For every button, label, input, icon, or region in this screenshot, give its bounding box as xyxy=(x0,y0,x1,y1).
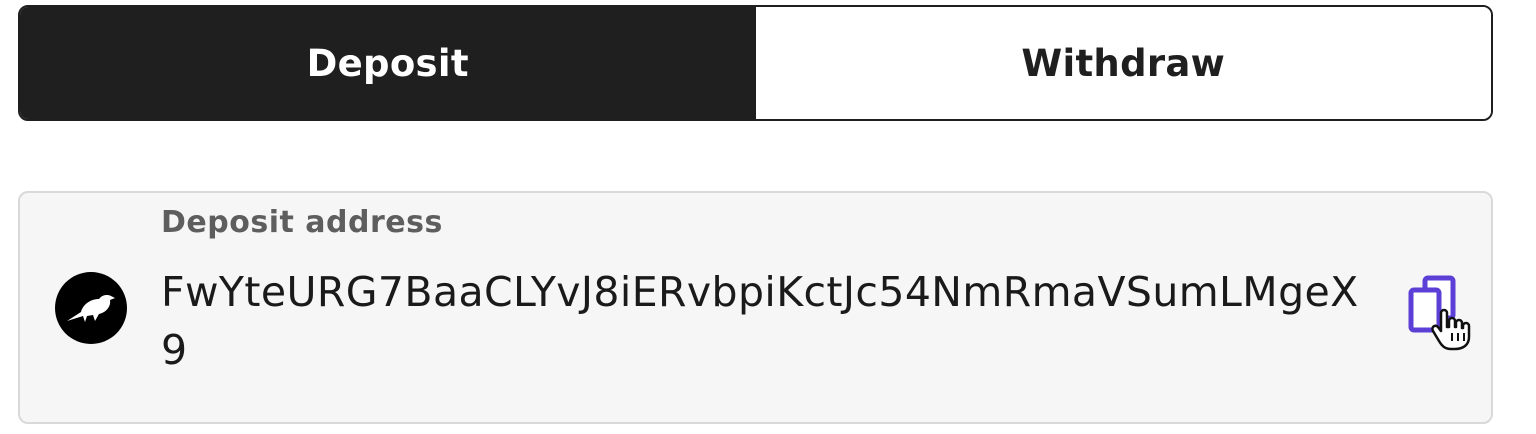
bird-icon xyxy=(55,272,127,344)
deposit-withdraw-tabs: Deposit Withdraw xyxy=(18,5,1493,121)
deposit-address-card: Deposit address FwYteURG7BaaCLYvJ8iERvbp… xyxy=(18,191,1493,424)
tab-withdraw-label: Withdraw xyxy=(1021,41,1226,85)
tab-deposit[interactable]: Deposit xyxy=(20,7,756,119)
deposit-address-label: Deposit address xyxy=(161,205,443,240)
tab-deposit-label: Deposit xyxy=(306,41,469,85)
deposit-address-value: FwYteURG7BaaCLYvJ8iERvbpiKctJc54NmRmaVSu… xyxy=(161,268,1359,374)
bird-icon-graphic xyxy=(67,295,115,322)
tab-withdraw[interactable]: Withdraw xyxy=(755,7,1491,119)
copy-icon xyxy=(1408,275,1471,351)
copy-address-button[interactable] xyxy=(1405,275,1473,351)
